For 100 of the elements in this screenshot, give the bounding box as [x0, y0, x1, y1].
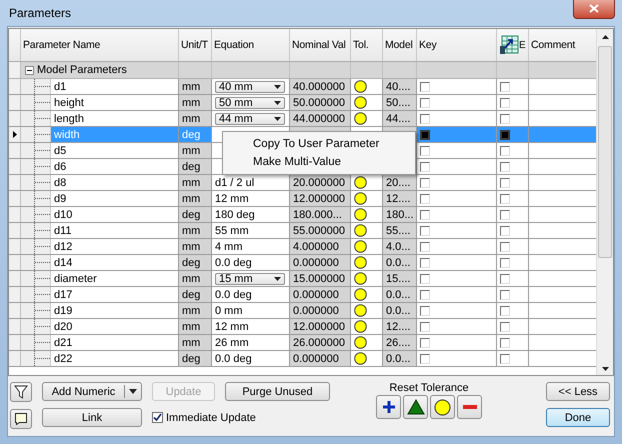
table-row[interactable]: d9 mm 12 mm 12.000000 12.... — [9, 191, 597, 207]
checkbox[interactable] — [500, 82, 510, 92]
median-tolerance-button[interactable] — [403, 395, 428, 419]
done-button[interactable]: Done — [546, 408, 610, 427]
table-cell: 0.000000 — [290, 351, 351, 366]
checkbox[interactable] — [420, 114, 430, 124]
nominal-tolerance-button[interactable] — [430, 395, 455, 419]
table-row[interactable]: d1 mm 40 mm 40.000000 40.... — [9, 79, 597, 95]
less-button[interactable]: << Less — [546, 382, 610, 401]
equation-dropdown[interactable]: 15 mm — [215, 272, 285, 284]
help-button[interactable] — [10, 409, 32, 429]
checkbox[interactable] — [420, 162, 430, 172]
scroll-down-icon[interactable] — [602, 367, 608, 371]
table-cell: mm — [179, 223, 212, 238]
column-header[interactable]: Key — [417, 29, 497, 61]
table-row[interactable]: d10 deg 180 deg 180.000... 180... — [9, 207, 597, 223]
scroll-thumb[interactable] — [598, 46, 612, 258]
checkbox[interactable] — [500, 306, 510, 316]
column-header[interactable]: Model — [383, 29, 417, 61]
table-cell: 0.0... — [383, 351, 417, 366]
tolerance-icon — [354, 96, 367, 109]
purge-button[interactable]: Purge Unused — [225, 382, 330, 401]
checkbox[interactable] — [500, 226, 510, 236]
tree-connector — [21, 271, 51, 286]
tree-connector — [21, 111, 51, 126]
checkbox[interactable] — [500, 178, 510, 188]
checkbox[interactable] — [420, 130, 430, 140]
table-row[interactable]: d22 deg 0.0 deg 0.000000 0.0... — [9, 351, 597, 367]
lower-tolerance-button[interactable] — [457, 395, 482, 419]
tolerance-icon — [354, 288, 367, 301]
add-numeric-button[interactable]: Add Numeric — [42, 382, 142, 401]
checkbox[interactable] — [500, 210, 510, 220]
checkbox[interactable] — [420, 146, 430, 156]
table-row[interactable]: d14 deg 0.0 deg 0.000000 0.0... — [9, 255, 597, 271]
tolerance-icon — [354, 192, 367, 205]
checkbox[interactable] — [500, 130, 510, 140]
table-cell: deg — [179, 351, 212, 366]
equation-dropdown[interactable]: 50 mm — [215, 96, 285, 108]
checkbox[interactable] — [420, 274, 430, 284]
column-header[interactable]: E — [519, 40, 526, 50]
table-row[interactable]: diameter mm 15 mm 15.000000 15.... — [9, 271, 597, 287]
checkbox[interactable] — [420, 242, 430, 252]
equation-dropdown[interactable]: 44 mm — [215, 112, 285, 124]
table-row[interactable]: d19 mm 0 mm 0.000000 0.0... — [9, 303, 597, 319]
checkbox[interactable] — [420, 306, 430, 316]
checkbox[interactable] — [500, 114, 510, 124]
column-header[interactable]: Unit/T — [179, 29, 212, 61]
checkbox[interactable] — [420, 82, 430, 92]
checkbox[interactable] — [500, 162, 510, 172]
table-row[interactable]: d11 mm 55 mm 55.000000 55.... — [9, 223, 597, 239]
row-header[interactable] — [9, 127, 21, 142]
checkbox[interactable] — [500, 290, 510, 300]
table-row[interactable]: d12 mm 4 mm 4.000000 4.0... — [9, 239, 597, 255]
table-row[interactable]: d17 deg 0.0 deg 0.000000 0.0... — [9, 287, 597, 303]
checkbox[interactable] — [420, 338, 430, 348]
table-cell: 20.... — [383, 175, 417, 190]
checkbox[interactable] — [500, 194, 510, 204]
table-row[interactable]: d20 mm 12 mm 12.000000 12.... — [9, 319, 597, 335]
checkbox[interactable] — [500, 242, 510, 252]
menu-item[interactable]: Make Multi-Value — [223, 153, 415, 171]
column-header[interactable]: Parameter Name — [21, 29, 179, 61]
checkbox[interactable] — [500, 146, 510, 156]
checkbox[interactable] — [500, 98, 510, 108]
equation-dropdown[interactable]: 40 mm — [215, 80, 285, 92]
tree-connector — [21, 239, 51, 254]
filter-button[interactable] — [10, 382, 32, 402]
checkbox[interactable] — [500, 338, 510, 348]
column-header[interactable]: Nominal Val — [290, 29, 351, 61]
filter-icon — [14, 385, 28, 399]
checkbox[interactable] — [420, 194, 430, 204]
scroll-up-icon[interactable] — [602, 35, 608, 39]
collapse-icon[interactable] — [25, 66, 34, 74]
checkbox[interactable] — [420, 290, 430, 300]
checkbox[interactable] — [420, 178, 430, 188]
checkbox[interactable] — [152, 412, 163, 423]
checkbox[interactable] — [500, 322, 510, 332]
checkbox[interactable] — [500, 354, 510, 364]
upper-tolerance-button[interactable] — [376, 395, 401, 419]
caret-icon — [129, 389, 137, 394]
table-cell: 12.... — [383, 191, 417, 206]
table-cell: mm — [179, 95, 212, 110]
link-button[interactable]: Link — [42, 408, 142, 427]
column-header[interactable]: Tol. — [351, 29, 383, 61]
checkbox[interactable] — [420, 354, 430, 364]
table-cell: deg — [179, 207, 212, 222]
checkbox[interactable] — [500, 274, 510, 284]
checkbox[interactable] — [420, 322, 430, 332]
checkbox[interactable] — [420, 258, 430, 268]
checkbox[interactable] — [420, 226, 430, 236]
table-cell: mm — [179, 271, 212, 286]
table-cell: 40.... — [383, 79, 417, 94]
column-header[interactable]: Equation — [212, 29, 290, 61]
checkbox[interactable] — [420, 210, 430, 220]
close-button[interactable] — [573, 0, 615, 18]
checkbox[interactable] — [500, 258, 510, 268]
caret-icon — [274, 116, 281, 120]
table-row[interactable]: d21 mm 26 mm 26.000000 26.... — [9, 335, 597, 351]
table-row[interactable]: height mm 50 mm 50.000000 50.... — [9, 95, 597, 111]
checkbox[interactable] — [420, 98, 430, 108]
tree-connector — [21, 255, 51, 270]
